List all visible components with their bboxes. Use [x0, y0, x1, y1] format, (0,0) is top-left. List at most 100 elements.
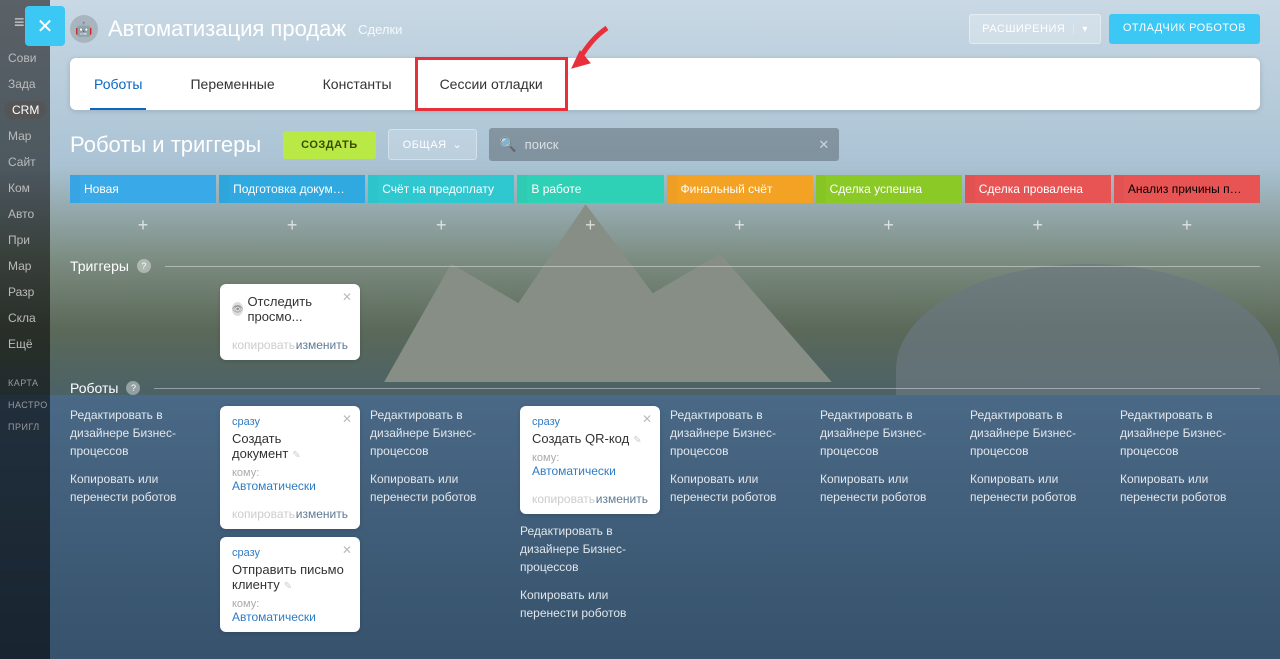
copy-move-link[interactable]: Копировать или перенести роботов: [820, 470, 960, 506]
pipeline-stages: НоваяПодготовка документовСчёт на предоп…: [50, 175, 1280, 203]
search-input[interactable]: [517, 128, 819, 161]
copy-move-link[interactable]: Копировать или перенести роботов: [1120, 470, 1260, 506]
sidebar-item[interactable]: При: [0, 227, 50, 253]
sidebar-item-crm[interactable]: CRM: [4, 101, 46, 119]
sidebar-footer-link[interactable]: НАСТРО: [0, 394, 50, 416]
robot-trigger-tag: сразу: [232, 547, 348, 559]
add-button[interactable]: +: [368, 209, 514, 242]
edit-designer-link[interactable]: Редактировать в дизайнере Бизнес-процесс…: [520, 522, 660, 576]
chevron-down-icon[interactable]: ▾: [1073, 24, 1088, 35]
sidebar-footer-link[interactable]: КАРТА: [0, 372, 50, 394]
sidebar-item[interactable]: Зада: [0, 71, 50, 97]
sidebar-item[interactable]: Сайт: [0, 149, 50, 175]
card-edit-link[interactable]: изменить: [596, 492, 648, 506]
robot-debugger-button[interactable]: ОТЛАДЧИК РОБОТОВ: [1109, 14, 1260, 44]
extensions-button[interactable]: РАСШИРЕНИЯ ▾: [969, 14, 1101, 44]
card-copy-link[interactable]: копировать: [532, 492, 595, 506]
sidebar-item[interactable]: Сови: [0, 45, 50, 71]
tab-debug-sessions[interactable]: Сессии отладки: [416, 58, 567, 110]
tab-constants[interactable]: Константы: [299, 58, 416, 110]
stage-pill[interactable]: Счёт на предоплату: [368, 175, 514, 203]
sidebar-item-more[interactable]: Ещё: [0, 331, 50, 357]
add-button[interactable]: +: [70, 209, 216, 242]
robot-recipient[interactable]: Автоматически: [532, 464, 648, 478]
search-icon: 🔍: [499, 136, 516, 153]
sidebar-item[interactable]: Разр: [0, 279, 50, 305]
sidebar-item[interactable]: Скла: [0, 305, 50, 331]
create-button[interactable]: СОЗДАТЬ: [283, 131, 375, 159]
robot-trigger-tag: сразу: [232, 416, 348, 428]
add-button[interactable]: +: [219, 209, 365, 242]
triggers-heading: Триггеры: [70, 258, 129, 274]
copy-move-link[interactable]: Копировать или перенести роботов: [670, 470, 810, 506]
robot-card-title: Создать QR-код: [532, 431, 629, 446]
card-copy-link[interactable]: копировать: [232, 507, 295, 521]
clear-search-icon[interactable]: ✕: [818, 137, 829, 153]
robot-recipient[interactable]: Автоматически: [232, 479, 348, 493]
copy-move-link[interactable]: Копировать или перенести роботов: [370, 470, 510, 506]
sidebar-item[interactable]: Авто: [0, 201, 50, 227]
chevron-down-icon: ⌄: [453, 138, 463, 151]
card-copy-link[interactable]: копировать: [232, 338, 295, 352]
sidebar-item[interactable]: Мар: [0, 253, 50, 279]
edit-designer-link[interactable]: Редактировать в дизайнере Бизнес-процесс…: [70, 406, 210, 460]
add-row: ++++++++: [50, 203, 1280, 242]
left-sidebar: ≡ Сови Зада CRM Мар Сайт Ком Авто При Ма…: [0, 0, 50, 659]
robot-recipient[interactable]: Автоматически: [232, 610, 348, 624]
robot-card[interactable]: ✕ сразу Отправить письмо клиенту✎ кому: …: [220, 537, 360, 632]
section-title: Роботы и триггеры: [70, 132, 261, 158]
help-icon[interactable]: ?: [137, 259, 151, 273]
scope-dropdown[interactable]: ОБЩАЯ ⌄: [388, 129, 478, 160]
edit-designer-link[interactable]: Редактировать в дизайнере Бизнес-процесс…: [670, 406, 810, 460]
edit-designer-link[interactable]: Редактировать в дизайнере Бизнес-процесс…: [1120, 406, 1260, 460]
edit-designer-link[interactable]: Редактировать в дизайнере Бизнес-процесс…: [820, 406, 960, 460]
stage-pill[interactable]: Финальный счёт: [667, 175, 813, 203]
trigger-card[interactable]: ✕ 👁 Отследить просмо... копировать измен…: [220, 284, 360, 360]
robot-card[interactable]: ✕ сразу Создать документ✎ кому: Автомати…: [220, 406, 360, 529]
search-box: 🔍 ✕: [489, 128, 839, 161]
stage-pill[interactable]: Подготовка документов: [219, 175, 365, 203]
page-subtitle[interactable]: Сделки: [358, 22, 402, 37]
edit-designer-link[interactable]: Редактировать в дизайнере Бизнес-процесс…: [370, 406, 510, 460]
copy-move-link[interactable]: Копировать или перенести роботов: [70, 470, 210, 506]
pencil-icon[interactable]: ✎: [284, 581, 292, 592]
add-button[interactable]: +: [667, 209, 813, 242]
close-icon[interactable]: ✕: [342, 290, 352, 304]
help-icon[interactable]: ?: [126, 381, 140, 395]
app-icon: 🤖: [70, 15, 98, 43]
copy-move-link[interactable]: Копировать или перенести роботов: [520, 586, 660, 622]
card-edit-link[interactable]: изменить: [296, 507, 348, 521]
sidebar-footer-link[interactable]: ПРИГЛ: [0, 416, 50, 438]
stage-pill[interactable]: В работе: [517, 175, 663, 203]
copy-move-link[interactable]: Копировать или перенести роботов: [970, 470, 1110, 506]
add-button[interactable]: +: [816, 209, 962, 242]
stage-pill[interactable]: Сделка провалена: [965, 175, 1111, 203]
tab-robots[interactable]: Роботы: [70, 58, 166, 110]
stage-pill[interactable]: Новая: [70, 175, 216, 203]
close-icon[interactable]: ✕: [342, 412, 352, 426]
robot-card-title: Создать документ: [232, 431, 288, 461]
tab-bar: Роботы Переменные Константы Сессии отлад…: [70, 58, 1260, 110]
sidebar-item[interactable]: Ком: [0, 175, 50, 201]
tab-variables[interactable]: Переменные: [166, 58, 298, 110]
stage-pill[interactable]: Сделка успешна: [816, 175, 962, 203]
robot-card[interactable]: ✕ сразу Создать QR-код✎ кому: Автоматиче…: [520, 406, 660, 514]
sidebar-item[interactable]: Мар: [0, 123, 50, 149]
close-button[interactable]: ✕: [25, 6, 65, 46]
trigger-card-title: Отследить просмо...: [247, 294, 348, 324]
robots-heading: Роботы: [70, 380, 118, 396]
edit-designer-link[interactable]: Редактировать в дизайнере Бизнес-процесс…: [970, 406, 1110, 460]
card-edit-link[interactable]: изменить: [296, 338, 348, 352]
add-button[interactable]: +: [1114, 209, 1260, 242]
close-icon: ✕: [37, 14, 54, 39]
close-icon[interactable]: ✕: [342, 543, 352, 557]
page-title: Автоматизация продаж: [108, 16, 346, 42]
stage-pill[interactable]: Анализ причины пр...: [1114, 175, 1260, 203]
add-button[interactable]: +: [965, 209, 1111, 242]
pencil-icon[interactable]: ✎: [633, 435, 641, 446]
hamburger-icon[interactable]: ≡: [14, 12, 25, 33]
eye-icon: 👁: [232, 302, 243, 316]
pencil-icon[interactable]: ✎: [292, 450, 300, 461]
add-button[interactable]: +: [517, 209, 663, 242]
close-icon[interactable]: ✕: [642, 412, 652, 426]
